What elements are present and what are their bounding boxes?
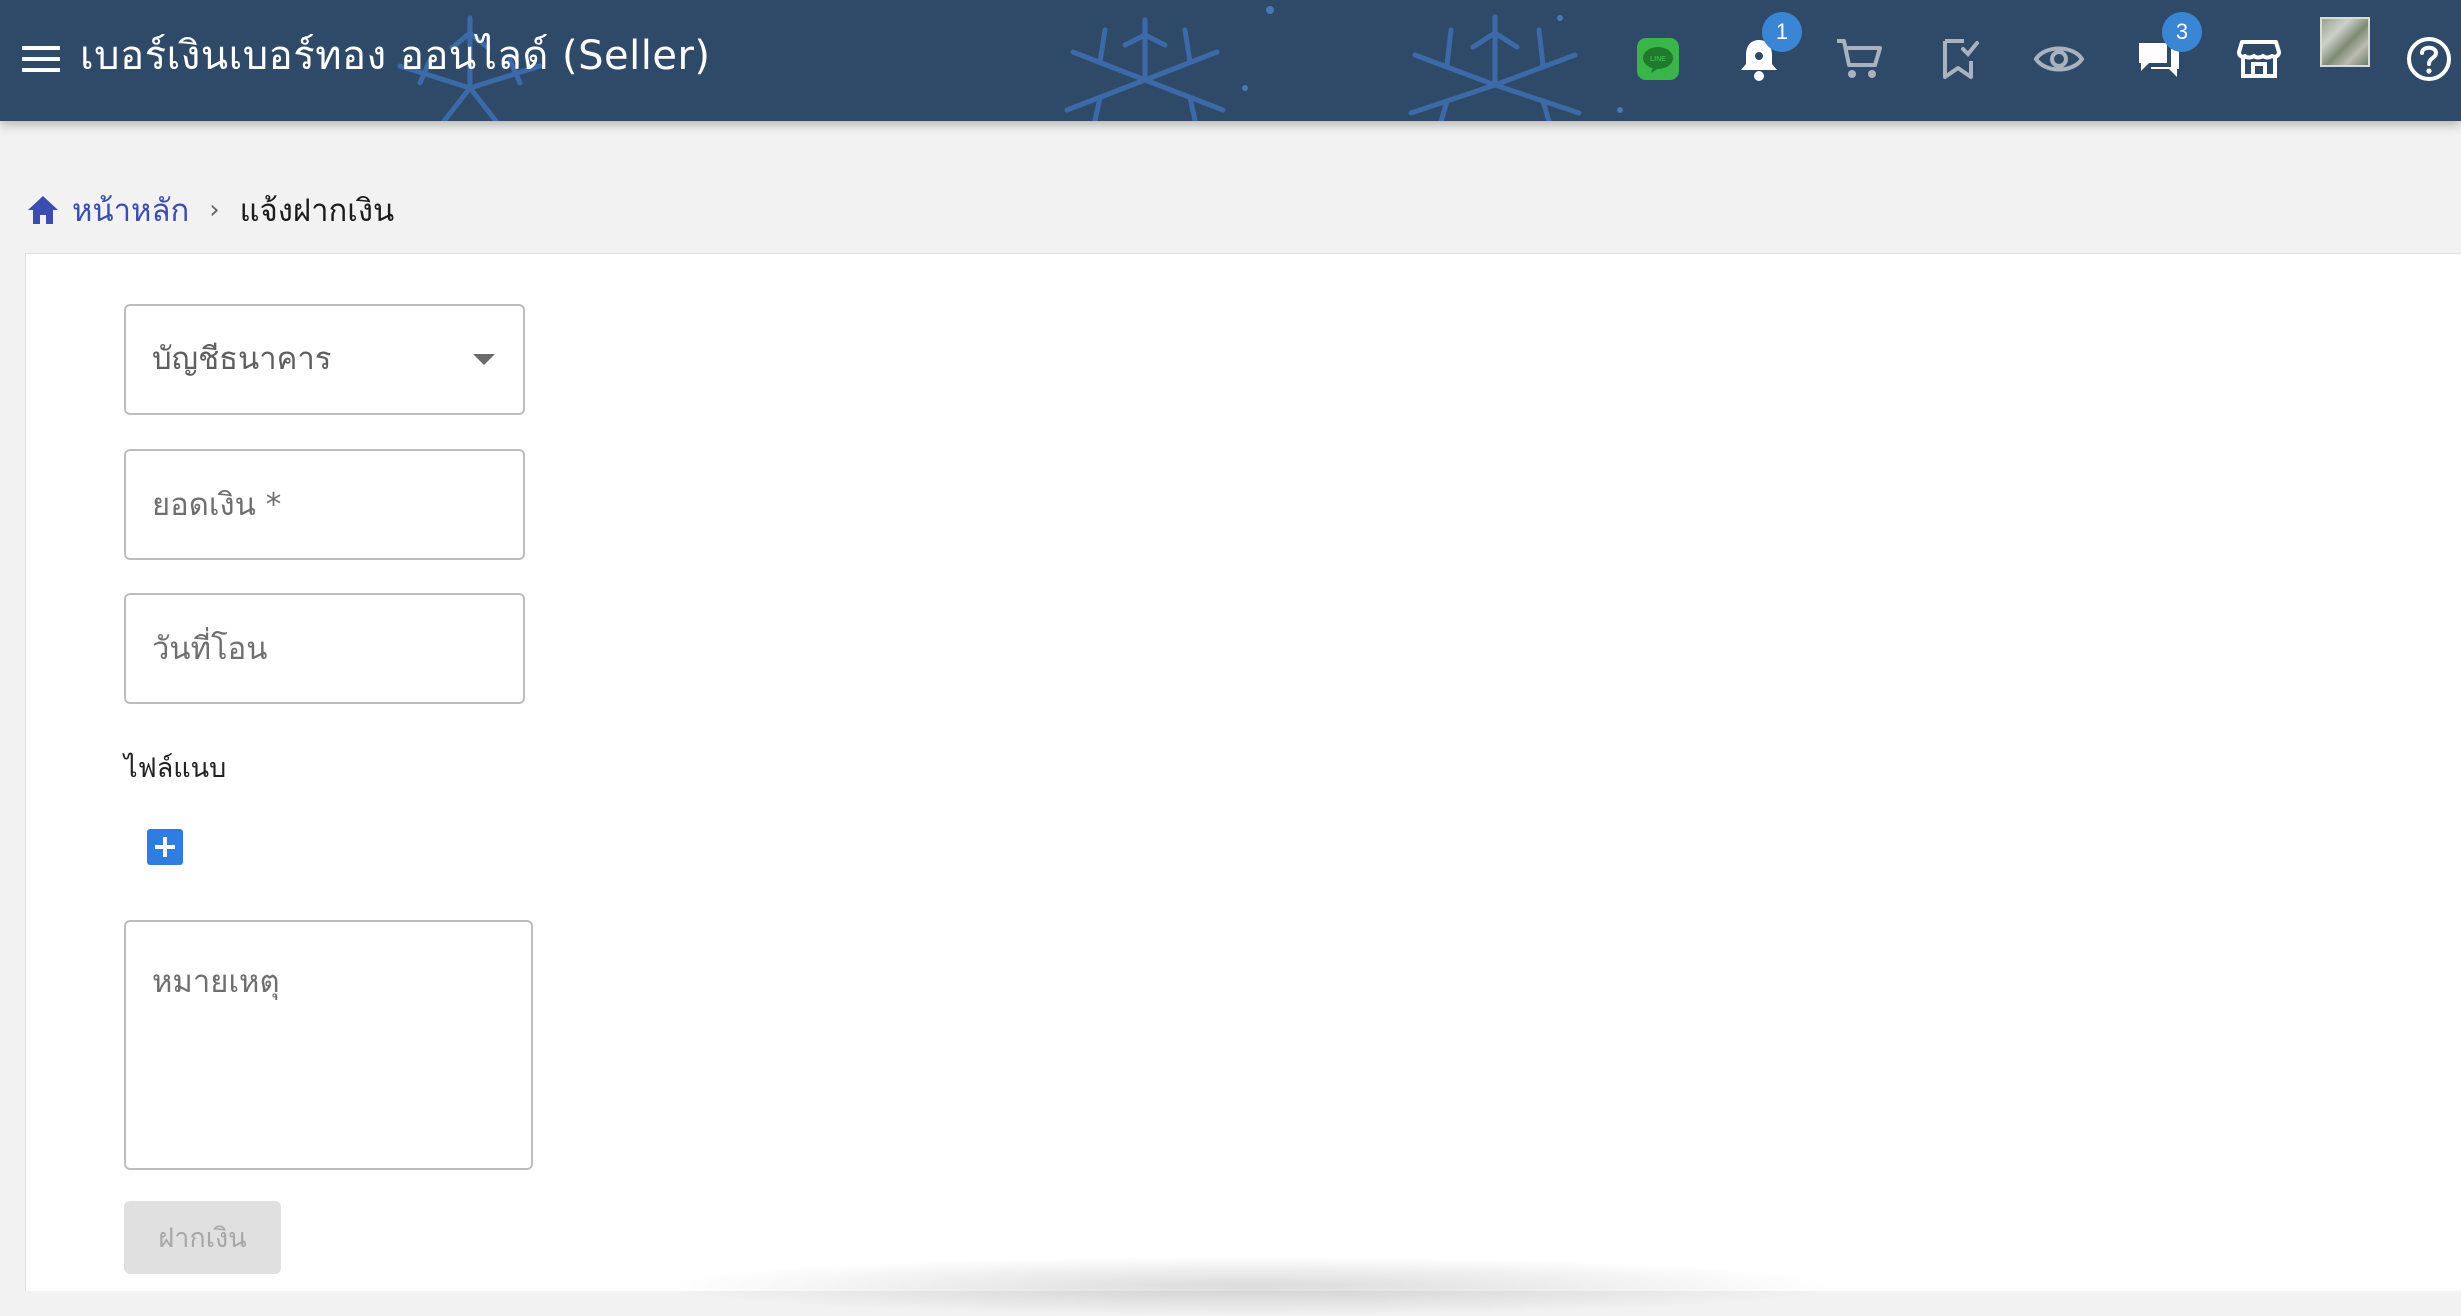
note-field-wrapper xyxy=(124,920,533,1170)
app-bar: เบอร์เงินเบอร์ทอง ออนไลด์ (Seller) LINE … xyxy=(0,0,2461,121)
svg-text:LINE: LINE xyxy=(1650,56,1666,63)
storefront-icon xyxy=(2237,40,2281,78)
bottom-shadow xyxy=(660,1256,1840,1316)
plus-icon xyxy=(155,837,175,857)
help-button[interactable] xyxy=(2392,22,2461,96)
attachment-label: ไฟล์แนบ xyxy=(124,753,227,784)
deposit-submit-button[interactable]: ฝากเงิน xyxy=(124,1201,281,1274)
view-button[interactable] xyxy=(2022,22,2096,96)
hamburger-menu-icon xyxy=(22,46,60,72)
chat-badge: 3 xyxy=(2162,12,2202,52)
line-icon: LINE xyxy=(1637,38,1679,80)
breadcrumb-home[interactable]: หน้าหลัก xyxy=(26,185,189,235)
app-title: เบอร์เงินเบอร์ทอง ออนไลด์ (Seller) xyxy=(80,33,711,79)
shopping-cart-icon xyxy=(1837,39,1882,78)
dropdown-arrow-icon xyxy=(473,354,495,365)
breadcrumb-home-label[interactable]: หน้าหลัก xyxy=(72,185,189,235)
add-attachment-button[interactable] xyxy=(147,829,183,865)
notification-badge: 1 xyxy=(1762,12,1802,52)
amount-input[interactable] xyxy=(126,451,523,558)
bank-account-select[interactable]: บัญชีธนาคาร xyxy=(124,304,525,415)
eye-icon xyxy=(2033,46,2085,72)
bank-account-label: บัญชีธนาคาร xyxy=(152,341,332,377)
breadcrumb-separator: › xyxy=(209,195,220,225)
deposit-form-card: บัญชีธนาคาร ไฟล์แนบ ฝากเงิน xyxy=(25,253,2461,1291)
breadcrumb-current: แจ้งฝากเงิน xyxy=(239,193,395,229)
menu-button[interactable] xyxy=(18,36,64,82)
user-avatar[interactable] xyxy=(2320,17,2370,67)
bookmark-check-icon xyxy=(1943,39,1979,79)
line-button[interactable]: LINE xyxy=(1621,22,1695,96)
store-button[interactable] xyxy=(2222,22,2296,96)
transfer-date-input[interactable] xyxy=(126,595,523,702)
transfer-date-field-wrapper xyxy=(124,593,525,704)
note-textarea[interactable] xyxy=(126,922,531,1168)
breadcrumb: หน้าหลัก › แจ้งฝากเงิน xyxy=(26,186,394,234)
saved-button[interactable] xyxy=(1923,22,1997,96)
amount-field-wrapper xyxy=(124,449,525,560)
home-icon xyxy=(28,196,58,224)
help-circle-icon xyxy=(2407,37,2451,81)
cart-button[interactable] xyxy=(1822,22,1896,96)
